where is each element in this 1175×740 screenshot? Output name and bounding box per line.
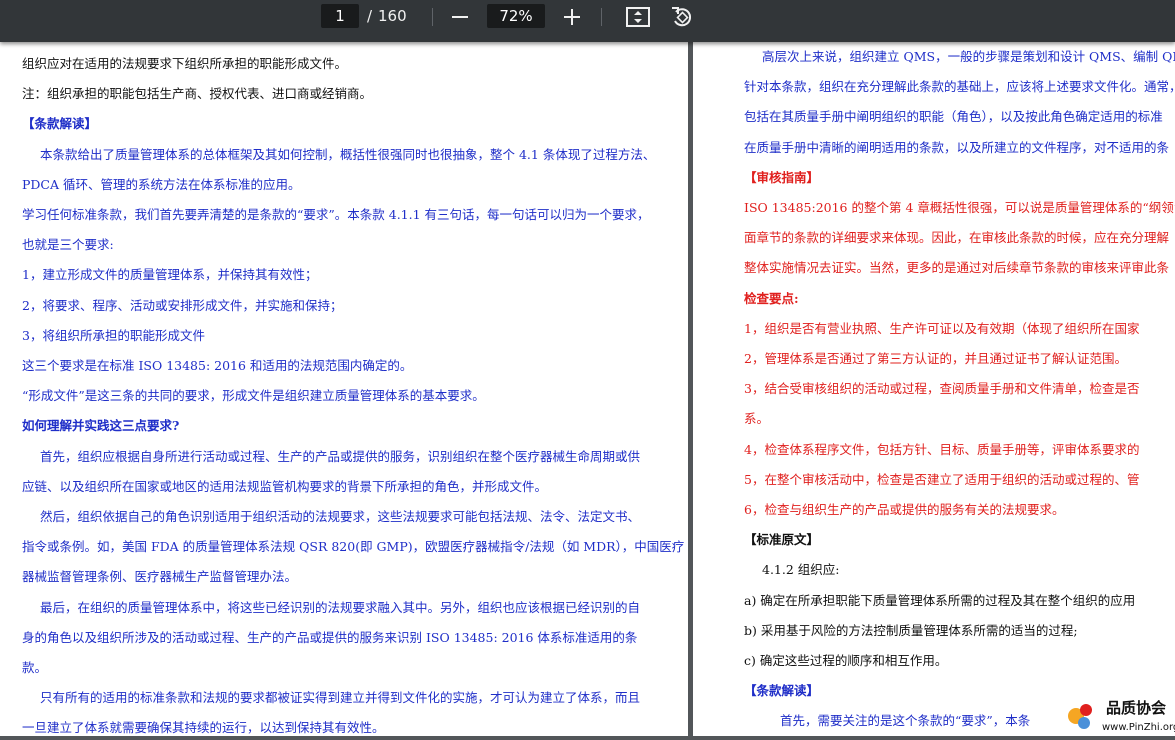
text-line: c) 确定这些过程的顺序和相互作用。 (744, 653, 948, 668)
watermark-logo: 品质协会 www.PinZhi.org (1062, 696, 1175, 736)
text-line: 身的角色以及组织所涉及的活动或过程、生产的产品或提供的服务来识别 ISO 134… (22, 629, 638, 645)
text-line: 【审核指南】 (744, 169, 820, 185)
text-line: 【条款解读】 (744, 683, 820, 699)
text-line: 面章节的条款的详细要求来体现。因此，在审核此条款的时候，应在充分理解 (744, 230, 1170, 246)
text-line: 【条款解读】 (22, 116, 98, 132)
fit-page-icon (626, 7, 650, 27)
text-line: 系。 (744, 411, 770, 427)
text-line: ISO 13485:2016 的整个第 4 章概括性很强，可以说是质量管理体系的… (744, 200, 1175, 215)
text-line: 5，在整个审核活动中，检查是否建立了适用于组织的活动或过程的、管 (744, 471, 1140, 487)
text-line: 只有所有的适用的标准条款和法规的要求都被证实得到建立并得到文件化的实施，才可认为… (40, 690, 641, 706)
document-page-right: 高层次上来说，组织建立 QMS，一般的步骤是策划和设计 QMS、编制 QMS 文… (693, 42, 1175, 736)
rotate-button[interactable] (668, 3, 696, 31)
text-line: 组织应对在适用的法规要求下组织所承担的职能形成文件。 (22, 56, 348, 71)
text-line: 款。 (22, 660, 48, 675)
plus-icon (564, 9, 580, 25)
text-line: 3，结合受审核组织的活动或过程，查阅质量手册和文件清单，检查是否 (744, 381, 1140, 397)
text-line: 首先，需要关注的是这个条款的“要求”，本条 (780, 713, 1031, 729)
logo-icon: 品质协会 www.PinZhi.org (1068, 699, 1175, 733)
text-line: 2，管理体系是否通过了第三方认证的，并且通过证书了解认证范围。 (744, 351, 1127, 366)
text-line: 【标准原文】 (744, 532, 820, 548)
text-line: 在质量手册中清晰的阐明适用的条款，以及所建立的文件程序，对不适用的条 (744, 139, 1170, 155)
zoom-in-button[interactable] (558, 3, 586, 31)
text-line: 学习任何标准条款，我们首先要弄清楚的是条款的“要求”。本条款 4.1.1 有三句… (22, 207, 650, 222)
rotate-icon (672, 7, 692, 27)
text-line: 本条款给出了质量管理体系的总体框架及其如何控制，概括性很强同时也很抽象，整个 4… (40, 146, 656, 162)
document-page-left: 组织应对在适用的法规要求下组织所承担的职能形成文件。注：组织承担的职能包括生产商… (0, 42, 688, 736)
minus-icon (452, 16, 468, 18)
text-line: b) 采用基于风险的方法控制质量管理体系所需的适当的过程; (744, 622, 1078, 638)
text-line: 4.1.2 组织应: (762, 562, 840, 578)
page-separator: / (367, 7, 373, 25)
watermark-name: 品质协会 (1106, 699, 1166, 717)
zoom-out-button[interactable] (446, 3, 474, 31)
fit-to-page-button[interactable] (624, 3, 652, 31)
text-line: 然后，组织依据自己的角色识别适用于组织活动的法规要求，这些法规要求可能包括法规、… (40, 509, 641, 524)
text-line: 应链、以及组织所在国家或地区的适用法规监管机构要求的背景下所承担的角色，并形成文… (22, 478, 548, 494)
text-line: PDCA 循环、管理的系统方法在体系标准的应用。 (22, 176, 301, 192)
text-line: 1，组织是否有营业执照、生产许可证以及有效期（体现了组织所在国家 (744, 320, 1140, 336)
zoom-level-input[interactable]: 72% (487, 4, 545, 28)
page-number-input[interactable] (321, 4, 359, 28)
text-line: 最后，在组织的质量管理体系中，将这些已经识别的法规要求融入其中。另外，组织也应该… (40, 599, 641, 615)
page-total: 160 (378, 7, 407, 25)
text-line: 2，将要求、程序、活动或安排形成文件，并实施和保持； (22, 297, 343, 313)
text-line: 4，检查体系程序文件，包括方针、目标、质量手册等，评审体系要求的 (744, 441, 1140, 457)
pdf-toolbar: / 160 72% (0, 0, 1175, 42)
text-line: 这三个要求是在标准 ISO 13485: 2016 和适用的法规范围内确定的。 (22, 358, 413, 373)
text-line: “形成文件”是这三条的共同的要求，形成文件是组织建立质量管理体系的基本要求。 (22, 388, 485, 404)
text-line: 整体实施情况去证实。当然，更多的是通过对后续章节条款的审核来评审此条 (744, 260, 1170, 276)
text-line: 注：组织承担的职能包括生产商、授权代表、进口商或经销商。 (22, 86, 373, 102)
watermark-url: www.PinZhi.org (1102, 722, 1175, 733)
text-line: 包括在其质量手册中阐明组织的职能（角色），以及按此角色确定适用的标准 (744, 109, 1163, 125)
text-line: a) 确定在所承担职能下质量管理体系所需的过程及其在整个组织的应用 (744, 592, 1136, 608)
text-line: 如何理解并实践这三点要求? (22, 418, 180, 434)
toolbar-divider (432, 8, 433, 26)
text-line: 也就是三个要求: (22, 237, 114, 253)
text-line: 指令或条例。如，美国 FDA 的质量管理体系法规 QSR 820(即 GMP)，… (22, 539, 685, 555)
text-line: 6，检查与组织生产的产品或提供的服务有关的法规要求。 (744, 502, 1065, 517)
text-line: 器械监督管理条例、医疗器械生产监督管理办法。 (22, 569, 298, 585)
text-line: 一旦建立了体系就需要确保其持续的运行，以达到保持其有效性。 (22, 720, 385, 736)
text-line: 检查要点: (744, 290, 799, 306)
text-line: 首先，组织应根据自身所进行活动或过程、生产的产品或提供的服务，识别组织在整个医疗… (40, 448, 641, 464)
toolbar-divider (601, 8, 602, 26)
text-line: 针对本条款，组织在充分理解此条款的基础上，应该将上述要求文件化。通常， (744, 79, 1175, 95)
text-line: 1，建立形成文件的质量管理体系，并保持其有效性； (22, 267, 318, 283)
text-line: 3，将组织所承担的职能形成文件 (22, 327, 205, 343)
text-line: 高层次上来说，组织建立 QMS，一般的步骤是策划和设计 QMS、编制 QMS 文 (762, 49, 1175, 64)
